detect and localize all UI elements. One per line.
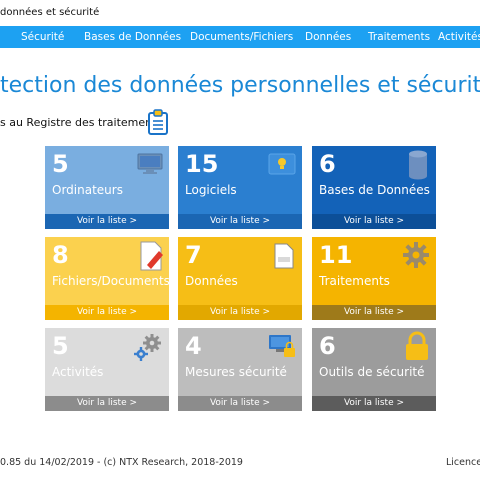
tile-count: 5 [52, 150, 69, 178]
tile-bases-de-donnees[interactable]: 6 Bases de Données [312, 146, 436, 214]
tile-count: 4 [185, 332, 202, 360]
tile-count: 11 [319, 241, 353, 269]
xml-file-icon [274, 243, 294, 269]
tile-link-activites[interactable]: Voir la liste > [45, 396, 169, 411]
document-edit-icon [140, 241, 163, 271]
nav-item-traitements[interactable]: Traitements [368, 26, 430, 48]
version-footer: 0.85 du 14/02/2019 - (c) NTX Research, 2… [0, 457, 243, 468]
licence-link[interactable]: Licence [446, 456, 480, 470]
tile-label: Mesures sécurité [185, 365, 287, 379]
tile-link-fichiers-documents[interactable]: Voir la liste > [45, 305, 169, 320]
tile-ordinateurs[interactable]: 5 Ordinateurs [45, 146, 169, 214]
tile-label: Logiciels [185, 183, 237, 197]
gear-icon [403, 242, 429, 268]
tile-link-traitements[interactable]: Voir la liste > [312, 305, 436, 320]
tile-link-mesures-securite[interactable]: Voir la liste > [178, 396, 302, 411]
tile-count: 6 [319, 150, 336, 178]
window-title: données et sécurité [0, 0, 480, 26]
nav-item-donnees[interactable]: Données [305, 26, 351, 48]
tile-count: 7 [185, 241, 202, 269]
tile-count: 6 [319, 332, 336, 360]
gears-icon [134, 334, 161, 361]
tile-traitements[interactable]: 11 Traitements [312, 237, 436, 305]
main-nav: Sécurité Bases de Données Documents/Fich… [0, 26, 480, 48]
tile-label: Traitements [319, 274, 390, 288]
monitor-icon [137, 153, 163, 174]
nav-item-bases-de-donnees[interactable]: Bases de Données [84, 26, 181, 48]
tile-logiciels[interactable]: 15 Logiciels [178, 146, 302, 214]
tile-link-donnees[interactable]: Voir la liste > [178, 305, 302, 320]
page-title: tection des données personnelles et sécu… [0, 73, 480, 98]
lightbulb-window-icon [268, 153, 296, 175]
register-link[interactable]: s au Registre des traitements [0, 115, 162, 131]
nav-item-activites[interactable]: Activités [438, 26, 480, 48]
tile-label: Fichiers/Documents [52, 274, 169, 288]
tile-label: Bases de Données [319, 183, 430, 197]
tile-fichiers-documents[interactable]: 8 Fichiers/Documents [45, 237, 169, 305]
tile-link-outils-de-securite[interactable]: Voir la liste > [312, 396, 436, 411]
tile-outils-de-securite[interactable]: 6 Outils de sécurité [312, 328, 436, 396]
tile-link-ordinateurs[interactable]: Voir la liste > [45, 214, 169, 229]
tile-count: 5 [52, 332, 69, 360]
tile-label: Ordinateurs [52, 183, 123, 197]
padlock-icon [406, 331, 428, 360]
tile-activites[interactable]: 5 Activités [45, 328, 169, 396]
tile-label: Activités [52, 365, 104, 379]
nav-item-securite[interactable]: Sécurité [21, 26, 64, 48]
tile-mesures-securite[interactable]: 4 Mesures sécurité [178, 328, 302, 396]
tile-donnees[interactable]: 7 Données [178, 237, 302, 305]
tile-count: 8 [52, 241, 69, 269]
tile-link-bases-de-donnees[interactable]: Voir la liste > [312, 214, 436, 229]
nav-item-documents-fichiers[interactable]: Documents/Fichiers [190, 26, 293, 48]
tile-label: Outils de sécurité [319, 365, 425, 379]
tile-label: Données [185, 274, 238, 288]
database-icon [409, 150, 427, 180]
tile-link-logiciels[interactable]: Voir la liste > [178, 214, 302, 229]
monitor-lock-icon [269, 335, 295, 357]
clipboard-icon[interactable] [147, 109, 169, 135]
tile-count: 15 [185, 150, 219, 178]
